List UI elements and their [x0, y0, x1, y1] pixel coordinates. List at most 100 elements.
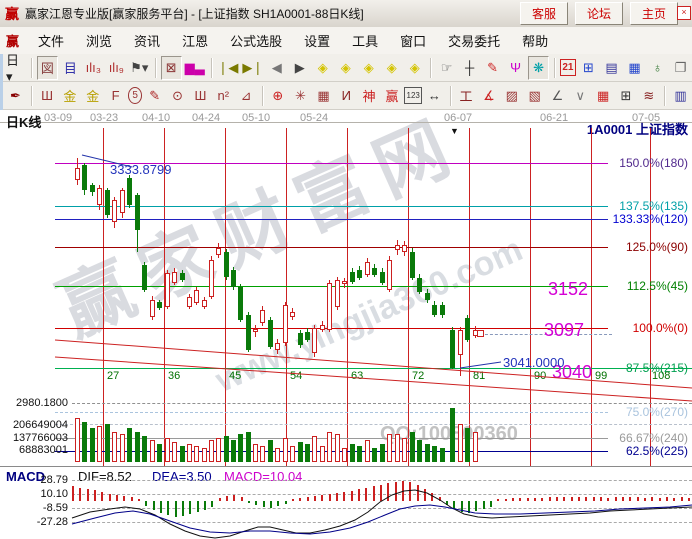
- angle-lines-icon[interactable]: ∠: [547, 84, 568, 108]
- draw-pen-icon[interactable]: ✎: [482, 56, 503, 80]
- candle-body: [357, 270, 362, 278]
- candle-body: [209, 260, 214, 297]
- frame-tool-icon[interactable]: 工: [456, 84, 477, 108]
- candle-body: [290, 312, 295, 317]
- gann-comb-icon[interactable]: Ш: [37, 84, 58, 108]
- gann-diamond-vmove-icon[interactable]: ◈: [381, 56, 402, 80]
- macd-hist-bar: [497, 499, 499, 501]
- candle-body: [425, 293, 430, 300]
- menu-item-3[interactable]: 江恩: [171, 31, 219, 52]
- minute9-chart-icon[interactable]: ılı₉: [106, 56, 127, 80]
- volume-bar: [342, 448, 347, 462]
- macd-hist-bar: [189, 501, 191, 514]
- pen-chart-icon[interactable]: ✎: [144, 84, 165, 108]
- notepad-icon[interactable]: ▤: [601, 56, 622, 80]
- macd-hist-bar: [644, 498, 646, 501]
- chart-pane[interactable]: 赢家财富网www.yingjia360.comQQ:100800360日K线03…: [0, 110, 692, 539]
- gann-diamond-right-icon[interactable]: ◈: [404, 56, 425, 80]
- f-grid-icon[interactable]: F: [105, 84, 126, 108]
- menu-item-4[interactable]: 公式选股: [219, 31, 293, 52]
- menu-item-7[interactable]: 窗口: [389, 31, 437, 52]
- mdi-close-icon[interactable]: ×: [677, 6, 691, 20]
- network-icon[interactable]: ♁: [647, 56, 668, 80]
- minute3-chart-icon[interactable]: ılı₃: [83, 56, 104, 80]
- square-fan-icon[interactable]: ▨: [501, 84, 522, 108]
- red-grid-icon[interactable]: ▦: [593, 84, 614, 108]
- web-star-icon[interactable]: ✳: [290, 84, 311, 108]
- time-circle-icon[interactable]: ⊙: [167, 84, 188, 108]
- parallel-lines-icon[interactable]: ≋: [638, 84, 659, 108]
- candle-body: [298, 333, 303, 345]
- gold-grid-b-icon[interactable]: 金: [82, 84, 103, 108]
- magic-tool-icon[interactable]: Ψ: [505, 56, 526, 80]
- main-chart-icon[interactable]: 図: [37, 56, 58, 80]
- date-label: 06-21: [540, 112, 568, 124]
- shen-tool-icon[interactable]: 神: [359, 84, 380, 108]
- next-icon[interactable]: ▶: [289, 56, 310, 80]
- grid-123-icon[interactable]: 123: [404, 87, 422, 104]
- measure-width-icon[interactable]: ↔: [424, 84, 445, 108]
- triangle-rule-icon[interactable]: ⊿: [236, 84, 257, 108]
- ying-tool-icon[interactable]: 赢: [382, 84, 403, 108]
- calculator-icon[interactable]: ⊞: [578, 56, 599, 80]
- menu-item-8[interactable]: 交易委托: [437, 31, 511, 52]
- crosshair-icon[interactable]: ┼: [459, 56, 480, 80]
- volume-bar: [440, 448, 445, 462]
- first-page-icon[interactable]: ❘◀: [216, 56, 239, 80]
- macd-value: MACD=10.04: [224, 469, 302, 484]
- signature-pen-icon[interactable]: ✒: [5, 84, 26, 108]
- candle-body: [157, 302, 162, 308]
- macd-hist-bar: [673, 498, 675, 501]
- volume-bar: [238, 434, 243, 462]
- menu-item-6[interactable]: 工具: [341, 31, 389, 52]
- web-square-icon[interactable]: ▦: [313, 84, 334, 108]
- menu-item-1[interactable]: 浏览: [75, 31, 123, 52]
- macd-hist-bar: [373, 486, 375, 501]
- prev-icon[interactable]: ◀: [266, 56, 287, 80]
- gann-diamond-left-icon[interactable]: ◈: [312, 56, 333, 80]
- service-button[interactable]: 客服: [520, 2, 568, 25]
- n-square-icon[interactable]: n²: [213, 84, 234, 108]
- gann-diamond-center-icon[interactable]: ◈: [358, 56, 379, 80]
- comb2-icon[interactable]: Ш: [190, 84, 211, 108]
- gann-board-icon[interactable]: ⊠: [161, 56, 182, 80]
- price-grid-icon[interactable]: ▥: [670, 84, 691, 108]
- period-day-icon[interactable]: 日▾: [5, 56, 26, 80]
- black-grid-icon[interactable]: ⊞: [616, 84, 637, 108]
- gann-diamond-hmove-icon[interactable]: ◈: [335, 56, 356, 80]
- macd-dea-value: DEA=3.50: [152, 469, 212, 484]
- f10-info-icon[interactable]: 目: [60, 56, 81, 80]
- hand-drag-icon[interactable]: ☞: [436, 56, 457, 80]
- menu-item-5[interactable]: 设置: [293, 31, 341, 52]
- fan-rays-icon[interactable]: ∡: [478, 84, 499, 108]
- color-histogram-icon[interactable]: ▆▃: [184, 56, 206, 80]
- window-layout-icon[interactable]: ❐: [670, 56, 691, 80]
- menu-item-2[interactable]: 资讯: [123, 31, 171, 52]
- five-grid-icon[interactable]: 5: [128, 87, 142, 104]
- menu-item-0[interactable]: 文件: [27, 31, 75, 52]
- brain-analyse-icon[interactable]: ❋: [528, 56, 549, 80]
- gann-level-label: 75.0%(270): [626, 405, 688, 419]
- v-shape-icon[interactable]: ∨: [570, 84, 591, 108]
- macd-hist-bar: [72, 486, 74, 501]
- gann-wheel-icon[interactable]: И: [336, 84, 357, 108]
- save-icon[interactable]: ▦: [624, 56, 645, 80]
- home-button[interactable]: 主页: [630, 2, 678, 25]
- menu-item-9[interactable]: 帮助: [511, 31, 559, 52]
- target-circle-icon[interactable]: ⊕: [267, 84, 288, 108]
- toolbar-separator: [664, 86, 665, 106]
- volume-bar: [194, 446, 199, 462]
- candle-body: [260, 310, 265, 323]
- flag-mark-icon[interactable]: ⚑▾: [129, 56, 150, 80]
- macd-hist-bar: [387, 483, 389, 501]
- calendar-icon[interactable]: 21: [560, 59, 576, 76]
- macd-hist-bar: [285, 501, 287, 504]
- candle-body: [194, 290, 199, 303]
- last-page-icon[interactable]: ▶❘: [241, 56, 264, 80]
- macd-hist-bar: [651, 497, 653, 501]
- volume-axis-label: 68883001: [8, 444, 68, 456]
- gold-grid-a-icon[interactable]: 金: [60, 84, 81, 108]
- macd-dea-line: [72, 505, 692, 534]
- square-rays-icon[interactable]: ▧: [524, 84, 545, 108]
- forum-button[interactable]: 论坛: [575, 2, 623, 25]
